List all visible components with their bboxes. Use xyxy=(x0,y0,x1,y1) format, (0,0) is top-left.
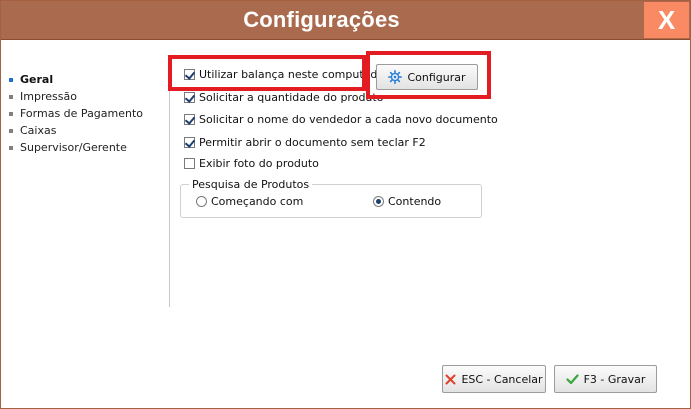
checkbox[interactable] xyxy=(184,157,195,169)
sidebar-item-formas-de-pagamento[interactable]: Formas de Pagamento xyxy=(9,105,159,122)
sidebar-item-label: Formas de Pagamento xyxy=(20,107,144,120)
product-search-legend: Pesquisa de Produtos xyxy=(189,178,313,191)
sidebar-item-geral[interactable]: Geral xyxy=(9,71,159,88)
settings-window: Configurações X Geral Impressão Formas d… xyxy=(0,0,691,409)
radio-label: Começando com xyxy=(211,195,304,208)
sidebar-item-supervisor-gerente[interactable]: Supervisor/Gerente xyxy=(9,139,159,156)
save-button[interactable]: F3 - Gravar xyxy=(554,365,657,393)
radio-comecando-com[interactable]: Começando com xyxy=(196,194,303,210)
panel-divider xyxy=(169,61,170,307)
bullet-icon xyxy=(9,129,13,133)
checkbox[interactable] xyxy=(184,91,195,103)
window-title: Configurações xyxy=(243,7,400,32)
checkmark-icon xyxy=(565,373,579,385)
bullet-icon xyxy=(9,78,13,82)
radio-button[interactable] xyxy=(373,195,384,207)
checkbox[interactable] xyxy=(184,113,195,125)
option-solicitar-vendedor[interactable]: Solicitar o nome do vendedor a cada novo… xyxy=(184,112,498,128)
bullet-icon xyxy=(9,112,13,116)
option-label: Solicitar a quantidade do produto xyxy=(199,91,384,104)
bullet-icon xyxy=(9,95,13,99)
sidebar-item-label: Impressão xyxy=(20,90,77,103)
option-permitir-abrir-documento[interactable]: Permitir abrir o documento sem teclar F2 xyxy=(184,135,426,151)
sidebar-item-label: Geral xyxy=(20,73,54,86)
save-button-label: F3 - Gravar xyxy=(583,372,646,386)
bullet-icon xyxy=(9,146,13,150)
title-bar: Configurações X xyxy=(1,1,690,40)
option-exibir-foto[interactable]: Exibir foto do produto xyxy=(184,156,319,172)
highlight-box-scale-option xyxy=(168,55,366,91)
radio-contendo[interactable]: Contendo xyxy=(373,194,441,210)
radio-button[interactable] xyxy=(196,195,207,207)
highlight-box-configure-button xyxy=(366,51,491,99)
sidebar-item-label: Caixas xyxy=(20,124,57,137)
option-label: Solicitar o nome do vendedor a cada novo… xyxy=(199,113,498,126)
cancel-button-label: ESC - Cancelar xyxy=(461,372,543,386)
close-x-icon xyxy=(445,374,456,385)
option-solicitar-quantidade[interactable]: Solicitar a quantidade do produto xyxy=(184,90,383,106)
sidebar-item-impressao[interactable]: Impressão xyxy=(9,88,159,105)
close-button[interactable]: X xyxy=(644,2,689,38)
settings-nav: Geral Impressão Formas de Pagamento Caix… xyxy=(9,71,159,156)
checkbox[interactable] xyxy=(184,136,195,148)
option-label: Exibir foto do produto xyxy=(199,157,319,170)
cancel-button[interactable]: ESC - Cancelar xyxy=(442,365,546,393)
sidebar-item-caixas[interactable]: Caixas xyxy=(9,122,159,139)
radio-label: Contendo xyxy=(388,195,442,208)
sidebar-item-label: Supervisor/Gerente xyxy=(20,141,127,154)
option-label: Permitir abrir o documento sem teclar F2 xyxy=(199,136,426,149)
